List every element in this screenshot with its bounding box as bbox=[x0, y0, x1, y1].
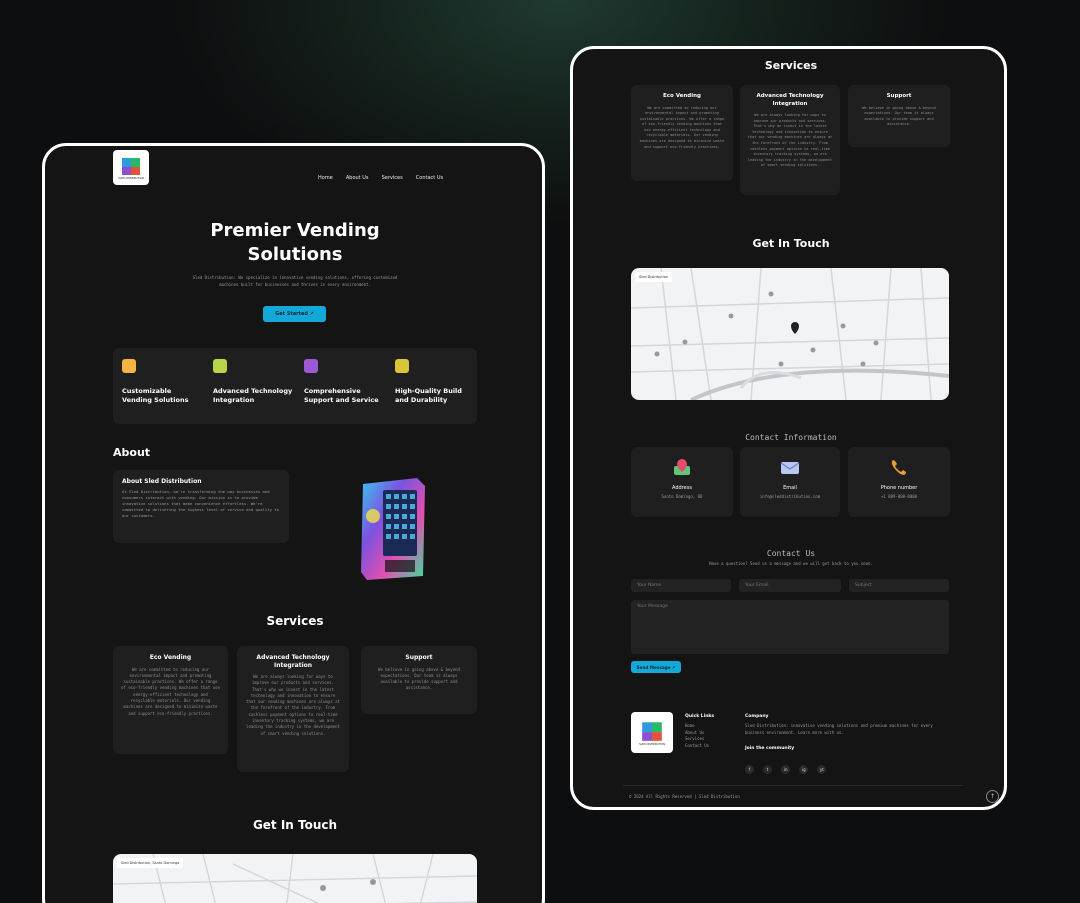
linkedin-icon[interactable]: in bbox=[781, 765, 791, 774]
contact-card-title: Email bbox=[783, 485, 797, 491]
logo-cube-icon bbox=[642, 722, 662, 741]
service-card-eco: Eco Vending We are committed to reducing… bbox=[631, 85, 733, 181]
service-card-support: Support We believe in going above & beyo… bbox=[848, 85, 950, 147]
contact-information-heading: Contact Information bbox=[745, 433, 837, 442]
service-card-tech: Advanced Technology Integration We are a… bbox=[740, 85, 840, 195]
get-started-button[interactable]: Get Started ↗ bbox=[263, 306, 326, 322]
company-heading: Company bbox=[745, 714, 769, 719]
scroll-to-top-button[interactable]: ↑ bbox=[986, 790, 999, 803]
feature-item: Comprehensive Support and Service bbox=[304, 359, 384, 404]
instagram-icon[interactable]: ig bbox=[799, 765, 809, 774]
location-map[interactable]: Sled Distribution, Santo Domingo bbox=[113, 854, 477, 903]
quick-links: Quick Links Home About Us Services Conta… bbox=[685, 714, 714, 749]
feature-item: Customizable Vending Solutions bbox=[122, 359, 202, 404]
support-icon bbox=[304, 359, 318, 373]
message-textarea[interactable]: Your Message bbox=[631, 600, 949, 654]
send-message-button[interactable]: Send Message ↗ bbox=[631, 661, 681, 673]
phone-icon bbox=[891, 460, 906, 475]
service-title: Support bbox=[405, 654, 433, 661]
feature-item: Advanced Technology Integration bbox=[213, 359, 293, 404]
envelope-icon bbox=[780, 462, 800, 474]
company-block: Company Sled Distribution: innovative ve… bbox=[745, 714, 951, 775]
community-heading: Join the community bbox=[745, 746, 795, 751]
service-title: Advanced Technology Integration bbox=[256, 654, 330, 669]
copyright-text: © 2024 All Rights Reserved | Sled Distri… bbox=[629, 794, 740, 799]
contact-card-value: info@sleddistribution.com bbox=[759, 494, 821, 499]
contact-card-address: Address Santo Domingo, RD bbox=[631, 447, 733, 517]
youtube-icon[interactable]: yt bbox=[817, 765, 827, 774]
about-heading: About bbox=[113, 446, 151, 459]
service-desc: We believe in going above & beyond expec… bbox=[378, 666, 460, 691]
nav-home[interactable]: Home bbox=[318, 175, 333, 181]
get-in-touch-heading: Get In Touch bbox=[252, 818, 338, 832]
contact-card-value: +1 809-000-0000 bbox=[880, 494, 918, 499]
right-preview-panel: Services Eco Vending We are committed to… bbox=[570, 46, 1007, 810]
map-place-label: Sled Distribution, Santo Domingo bbox=[117, 858, 184, 868]
about-card: About Sled Distribution At Sled Distribu… bbox=[113, 470, 289, 543]
nav-services[interactable]: Services bbox=[382, 175, 403, 181]
footer-divider bbox=[623, 785, 963, 786]
about-card-text: At Sled Distribution, we're transforming… bbox=[122, 489, 279, 518]
company-text: Sled Distribution: innovative vending so… bbox=[745, 723, 933, 735]
service-title: Support bbox=[886, 93, 912, 99]
contact-card-value: Santo Domingo, RD bbox=[661, 494, 703, 499]
service-title: Eco Vending bbox=[663, 93, 701, 99]
email-input[interactable]: Your Email bbox=[739, 579, 841, 592]
map-place-label: Sled Distribution bbox=[635, 272, 673, 282]
service-desc: We believe in going above & beyond expec… bbox=[862, 105, 936, 127]
hero-title: Premier Vending Solutions bbox=[210, 220, 380, 265]
feature-item: High-Quality Build and Durability bbox=[395, 359, 475, 404]
logo-text: SLED DISTRIBUTION bbox=[118, 177, 144, 180]
footer-logo[interactable]: SLED DISTRIBUTION bbox=[631, 712, 673, 753]
get-in-touch-heading: Get In Touch bbox=[752, 237, 830, 250]
contact-card-title: Phone number bbox=[880, 485, 918, 491]
service-title: Advanced Technology Integration bbox=[756, 93, 824, 107]
service-desc: We are always looking for ways to improv… bbox=[747, 113, 833, 168]
arrow-up-icon: ↑ bbox=[989, 793, 996, 800]
service-desc: We are committed to reducing our environ… bbox=[121, 666, 220, 716]
twitter-icon[interactable]: t bbox=[763, 765, 773, 774]
contact-card-email: Email info@sleddistribution.com bbox=[740, 447, 840, 517]
contact-us-heading: Contact Us bbox=[766, 549, 816, 558]
quality-icon bbox=[395, 359, 409, 373]
services-heading: Services bbox=[764, 59, 818, 72]
contact-card-title: Address bbox=[672, 485, 692, 491]
social-links: f t in ig yt bbox=[745, 756, 951, 775]
service-card-eco: Eco Vending We are committed to reducing… bbox=[113, 646, 228, 754]
services-heading: Services bbox=[266, 614, 324, 628]
location-map[interactable]: Sled Distribution bbox=[631, 268, 949, 400]
service-card-tech: Advanced Technology Integration We are a… bbox=[237, 646, 349, 772]
left-preview-panel: SLED DISTRIBUTION Home About Us Services… bbox=[42, 143, 545, 903]
logo-cube-icon bbox=[122, 158, 140, 175]
subject-input[interactable]: Subject bbox=[849, 579, 949, 592]
location-pin-icon bbox=[674, 459, 690, 475]
nav-contact[interactable]: Contact Us bbox=[416, 175, 443, 181]
facebook-icon[interactable]: f bbox=[745, 765, 754, 774]
tech-chip-icon bbox=[213, 359, 227, 373]
logo-text: SLED DISTRIBUTION bbox=[638, 743, 666, 746]
quick-links-heading: Quick Links bbox=[685, 714, 715, 719]
site-logo[interactable]: SLED DISTRIBUTION bbox=[113, 150, 149, 185]
about-card-title: About Sled Distribution bbox=[122, 478, 202, 485]
contact-us-subtitle: Have a question? Send us a message and w… bbox=[709, 561, 873, 566]
footer-link[interactable]: Contact Us bbox=[685, 743, 714, 750]
name-input[interactable]: Your Name bbox=[631, 579, 731, 592]
service-title: Eco Vending bbox=[149, 654, 192, 661]
map-roads bbox=[631, 268, 949, 400]
vending-machine-image bbox=[361, 478, 425, 580]
service-desc: We are committed to reducing our environ… bbox=[639, 105, 725, 149]
nav-about[interactable]: About Us bbox=[346, 175, 369, 181]
service-desc: We are always looking for ways to improv… bbox=[246, 674, 340, 736]
hero-subtitle: Sled Distribution: We specialize in inno… bbox=[192, 275, 398, 287]
contact-card-phone: Phone number +1 809-000-0000 bbox=[848, 447, 950, 517]
service-card-support: Support We believe in going above & beyo… bbox=[361, 646, 477, 714]
top-nav: Home About Us Services Contact Us bbox=[310, 164, 443, 183]
vending-card-icon bbox=[122, 359, 136, 373]
